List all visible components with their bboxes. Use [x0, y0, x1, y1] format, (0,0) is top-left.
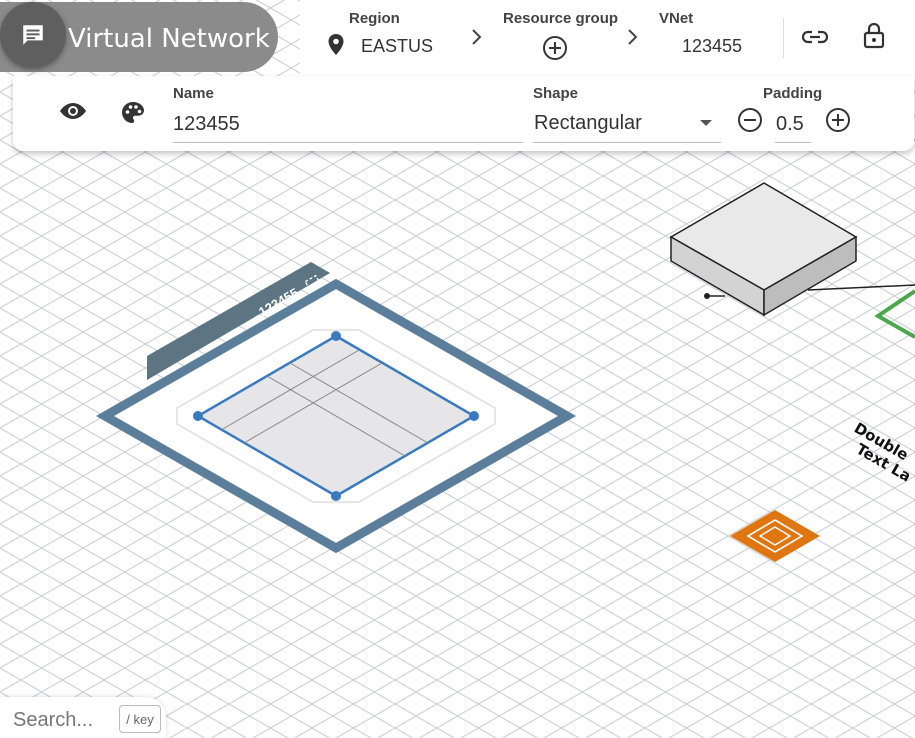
shape-underline	[533, 142, 721, 143]
resource-group-label: Resource group	[503, 10, 619, 27]
search-input[interactable]: Search...	[13, 709, 93, 732]
search-box[interactable]: Search... / key	[0, 697, 166, 738]
divider	[783, 18, 784, 58]
name-label: Name	[173, 85, 214, 102]
link-icon[interactable]	[801, 25, 829, 49]
name-input[interactable]: 123455	[173, 113, 240, 136]
resize-handle-bottom[interactable]	[331, 491, 341, 501]
region-value[interactable]: EASTUS	[361, 36, 433, 57]
add-circle-icon[interactable]	[542, 35, 568, 61]
resize-handle-left[interactable]	[193, 411, 203, 421]
search-shortcut-badge: / key	[119, 705, 161, 733]
region-label: Region	[349, 10, 400, 27]
connector-endpoint[interactable]	[704, 293, 710, 299]
menu-button[interactable]	[0, 2, 66, 68]
padding-input[interactable]: 0.5	[776, 113, 804, 136]
add-circle-icon[interactable]	[825, 107, 851, 133]
resize-handle-top[interactable]	[331, 331, 341, 341]
visibility-icon[interactable]	[59, 101, 87, 121]
chevron-right-icon	[472, 29, 482, 45]
chat-icon	[23, 25, 43, 45]
resize-handle-right[interactable]	[469, 411, 479, 421]
shape-select[interactable]: Rectangular	[534, 112, 642, 135]
lock-open-icon[interactable]	[862, 22, 886, 50]
padding-underline	[775, 142, 811, 143]
shape-label: Shape	[533, 85, 579, 102]
padding-label: Padding	[763, 85, 823, 102]
chevron-right-icon	[628, 29, 638, 45]
palette-icon[interactable]	[120, 100, 146, 126]
app-title-pill: Virtual Network	[0, 2, 278, 72]
resource-path-bar: Region EASTUS Resource group VNet 123455	[300, 0, 915, 76]
name-underline	[173, 142, 523, 143]
vnet-label-heading: VNet	[659, 10, 694, 27]
properties-panel: Name 123455 Shape Rectangular Padding 0.…	[13, 76, 914, 151]
app-title: Virtual Network	[68, 24, 270, 54]
chevron-down-icon[interactable]	[699, 119, 713, 127]
location-pin-icon	[328, 34, 344, 55]
remove-circle-icon[interactable]	[737, 107, 763, 133]
vnet-value[interactable]: 123455	[682, 36, 742, 57]
